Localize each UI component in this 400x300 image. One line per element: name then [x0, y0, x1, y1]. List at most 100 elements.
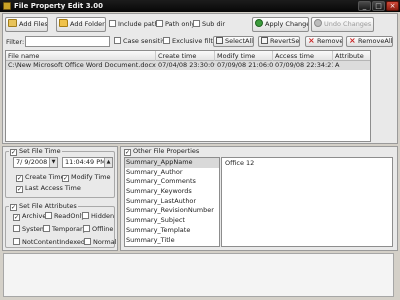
file-time-title[interactable]: ✓ Set File Time [9, 147, 62, 156]
system-checkbox[interactable]: System [13, 225, 46, 234]
file-list-header: File name Create time Modify time Access… [6, 51, 370, 61]
not-content-indexed-checkbox[interactable]: NotContentIndexed [13, 238, 85, 247]
sub-dir-box [193, 20, 200, 27]
undo-changes-button[interactable]: Undo Changes [311, 17, 374, 32]
filter-input[interactable] [25, 36, 110, 47]
time-picker[interactable]: 11:04:49 PM ▲ [62, 157, 113, 168]
list-item[interactable]: Summary_Comments [125, 177, 219, 187]
list-item[interactable]: Summary_RevisionNumber [125, 206, 219, 216]
case-sensitive-box [114, 37, 121, 44]
path-only-checkbox[interactable]: Path only [156, 20, 195, 29]
set-file-time-checkbox[interactable]: ✓ [10, 149, 17, 156]
archive-label: Archive [22, 212, 47, 220]
offline-box [83, 225, 90, 232]
select-all-label: SelectAll [225, 37, 254, 45]
time-spin-arrow-icon[interactable]: ▲ [104, 158, 112, 167]
revert-sel-label: RevertSel [270, 37, 300, 45]
list-item[interactable]: Summary_Subject [125, 216, 219, 226]
filter-label: Filter: [6, 38, 25, 46]
property-list[interactable]: Summary_AppName Summary_Author Summary_C… [124, 157, 220, 247]
readonly-box [45, 212, 52, 219]
normal-box [84, 238, 91, 245]
offline-checkbox[interactable]: Offline [83, 225, 113, 234]
undo-changes-label: Undo Changes [324, 20, 372, 28]
list-item[interactable]: Summary_LastAuthor [125, 197, 219, 207]
add-folder-button[interactable]: Add Folder [56, 17, 106, 32]
date-picker[interactable]: 7/ 9/2008 ▼ [13, 157, 58, 168]
apply-icon [255, 19, 263, 27]
exclusive-filter-box [163, 37, 170, 44]
other-file-properties-label: Other File Properties [133, 147, 200, 155]
readonly-label: ReadOnly [54, 212, 86, 220]
maximize-button[interactable]: □ [372, 1, 385, 11]
set-file-attributes-checkbox[interactable]: ✓ [10, 204, 17, 211]
column-modify-time[interactable]: Modify time [215, 51, 273, 61]
create-time-checkbox[interactable]: ✓ Create Time [16, 173, 65, 182]
log-area[interactable] [3, 253, 394, 297]
not-content-indexed-label: NotContentIndexed [22, 238, 86, 246]
remove-x-icon: × [308, 36, 315, 45]
hidden-box [82, 212, 89, 219]
exclusive-filter-checkbox[interactable]: Exclusive filter [163, 37, 220, 46]
set-file-attributes-label: Set File Attributes [19, 202, 77, 210]
last-access-time-box: ✓ [16, 186, 23, 193]
archive-checkbox[interactable]: ✓ Archive [13, 212, 46, 221]
select-all-button[interactable]: SelectAll [213, 36, 254, 47]
undo-icon [314, 19, 322, 27]
apply-changes-label: Apply Changes [265, 20, 309, 28]
create-time-box: ✓ [16, 175, 23, 182]
remove-label: Remove [317, 37, 343, 45]
column-file-name[interactable]: File name [6, 51, 156, 61]
list-item[interactable]: Summary_Keywords [125, 187, 219, 197]
minimize-button[interactable]: _ [358, 1, 371, 11]
window-title: File Property Edit 3.00 [14, 2, 103, 10]
table-row[interactable]: C:\New Microsoft Office Word Document.do… [6, 61, 370, 70]
include-path-box [109, 20, 116, 27]
column-attribute[interactable]: Attribute [333, 51, 370, 61]
modify-time-checkbox[interactable]: ✓ Modify Time [62, 173, 111, 182]
remove-all-x-icon: × [349, 36, 356, 45]
last-access-time-label: Last Access Time [25, 184, 81, 192]
list-item[interactable]: Summary_Author [125, 168, 219, 178]
close-button[interactable]: × [386, 1, 399, 11]
file-list[interactable]: File name Create time Modify time Access… [5, 50, 371, 142]
list-item[interactable]: Summary_Title [125, 236, 219, 246]
column-access-time[interactable]: Access time [273, 51, 333, 61]
revert-sel-icon [261, 37, 268, 44]
list-item[interactable]: Summary_Template [125, 226, 219, 236]
hidden-checkbox[interactable]: Hidden [82, 212, 114, 221]
property-value-editor[interactable]: Office 12 [221, 157, 393, 247]
include-path-label: Include path [118, 20, 159, 28]
time-value: 11:04:49 PM [65, 158, 106, 166]
add-files-icon [8, 19, 17, 27]
normal-label: Normal [93, 238, 117, 246]
column-create-time[interactable]: Create time [156, 51, 215, 61]
case-sensitive-checkbox[interactable]: Case sensitive [114, 37, 170, 46]
app-icon [3, 2, 11, 10]
remove-button[interactable]: × Remove [305, 36, 343, 47]
add-files-button[interactable]: Add Files [5, 17, 48, 32]
set-file-time-label: Set File Time [19, 147, 61, 155]
include-path-checkbox[interactable]: Include path [109, 20, 159, 29]
title-bar: File Property Edit 3.00 _ □ × [0, 0, 400, 12]
last-access-time-checkbox[interactable]: ✓ Last Access Time [16, 184, 81, 193]
revert-sel-button[interactable]: RevertSel [258, 36, 300, 47]
list-item[interactable]: Summary_AppName [125, 158, 219, 168]
other-file-properties-checkbox[interactable]: ✓ Other File Properties [124, 147, 199, 156]
folder-icon [59, 19, 68, 27]
remove-all-button[interactable]: × RemoveAll [346, 36, 393, 47]
date-dropdown-arrow-icon[interactable]: ▼ [49, 158, 57, 167]
modify-time-cell: 07/09/08 21:06:07 [217, 61, 273, 69]
sub-dir-label: Sub dir [202, 20, 226, 28]
sub-dir-checkbox[interactable]: Sub dir [193, 20, 225, 29]
temporary-checkbox[interactable]: Temporary [43, 225, 86, 234]
date-value: 7/ 9/2008 [16, 158, 48, 166]
attribute-cell: A [335, 61, 340, 69]
system-box [13, 225, 20, 232]
readonly-checkbox[interactable]: ReadOnly [45, 212, 85, 221]
file-attributes-title[interactable]: ✓ Set File Attributes [9, 202, 78, 211]
add-files-label: Add Files [19, 20, 48, 28]
normal-checkbox[interactable]: Normal [84, 238, 117, 247]
apply-changes-button[interactable]: Apply Changes [252, 17, 309, 32]
create-time-cell: 07/04/08 23:30:09 [158, 61, 215, 69]
